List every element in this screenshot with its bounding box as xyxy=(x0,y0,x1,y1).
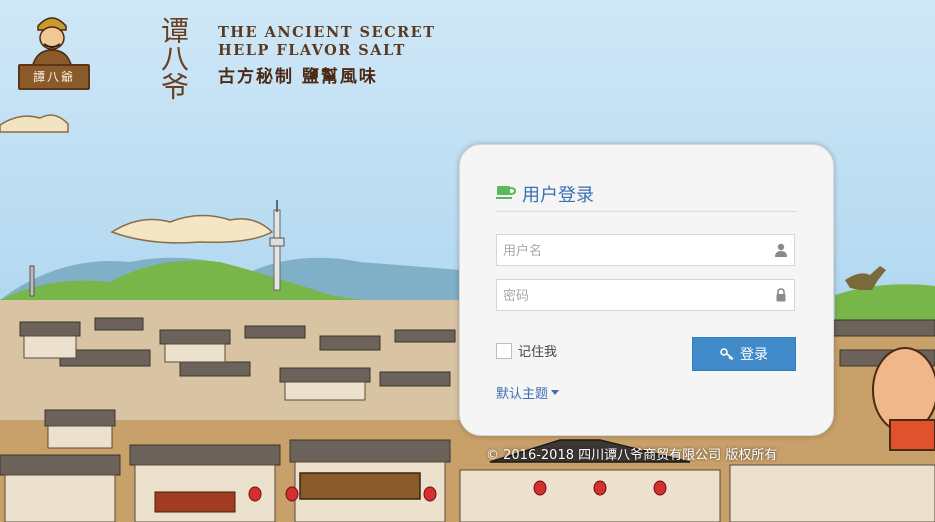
remember-me[interactable]: 记住我 xyxy=(496,341,557,360)
password-input[interactable] xyxy=(497,280,763,310)
brand-header: 譚八爺 谭八爷 THE ANCIENT SECRET HELP FLAVOR S… xyxy=(8,10,438,100)
tagline-chinese: 古方秘制 鹽幫風味 xyxy=(218,67,378,87)
user-icon xyxy=(775,243,787,257)
theme-label: 默认主题 xyxy=(496,387,549,402)
login-header: 用户登录 xyxy=(496,179,797,212)
brand-calligraphy: 谭八爷 xyxy=(157,16,190,100)
login-panel: 用户登录 记住我 登录 默认主题 xyxy=(459,144,834,436)
password-field xyxy=(496,279,795,311)
login-title: 用户登录 xyxy=(522,185,594,206)
mascot-name-plate: 譚八爺 xyxy=(18,64,90,90)
remember-label: 记住我 xyxy=(518,345,558,360)
theme-selector[interactable]: 默认主题 xyxy=(496,383,560,402)
tagline-english: THE ANCIENT SECRET HELP FLAVOR SALT xyxy=(218,24,436,60)
remember-checkbox[interactable] xyxy=(496,342,512,359)
username-field xyxy=(496,234,795,266)
caret-down-icon xyxy=(551,390,560,395)
key-icon xyxy=(720,348,734,361)
login-button-label: 登录 xyxy=(740,347,768,363)
tagline-line-1: THE ANCIENT SECRET xyxy=(218,24,436,41)
mascot-portrait-icon xyxy=(31,17,73,68)
tagline-line-2: HELP FLAVOR SALT xyxy=(218,42,406,59)
brand-mascot: 譚八爺 xyxy=(12,12,90,90)
username-input[interactable] xyxy=(497,235,763,265)
coffee-cup-icon xyxy=(496,186,516,199)
login-button[interactable]: 登录 xyxy=(692,337,796,371)
copyright-text: © 2016-2018 四川谭八爷商贸有限公司 版权所有 xyxy=(486,448,778,463)
lock-icon xyxy=(776,288,786,302)
